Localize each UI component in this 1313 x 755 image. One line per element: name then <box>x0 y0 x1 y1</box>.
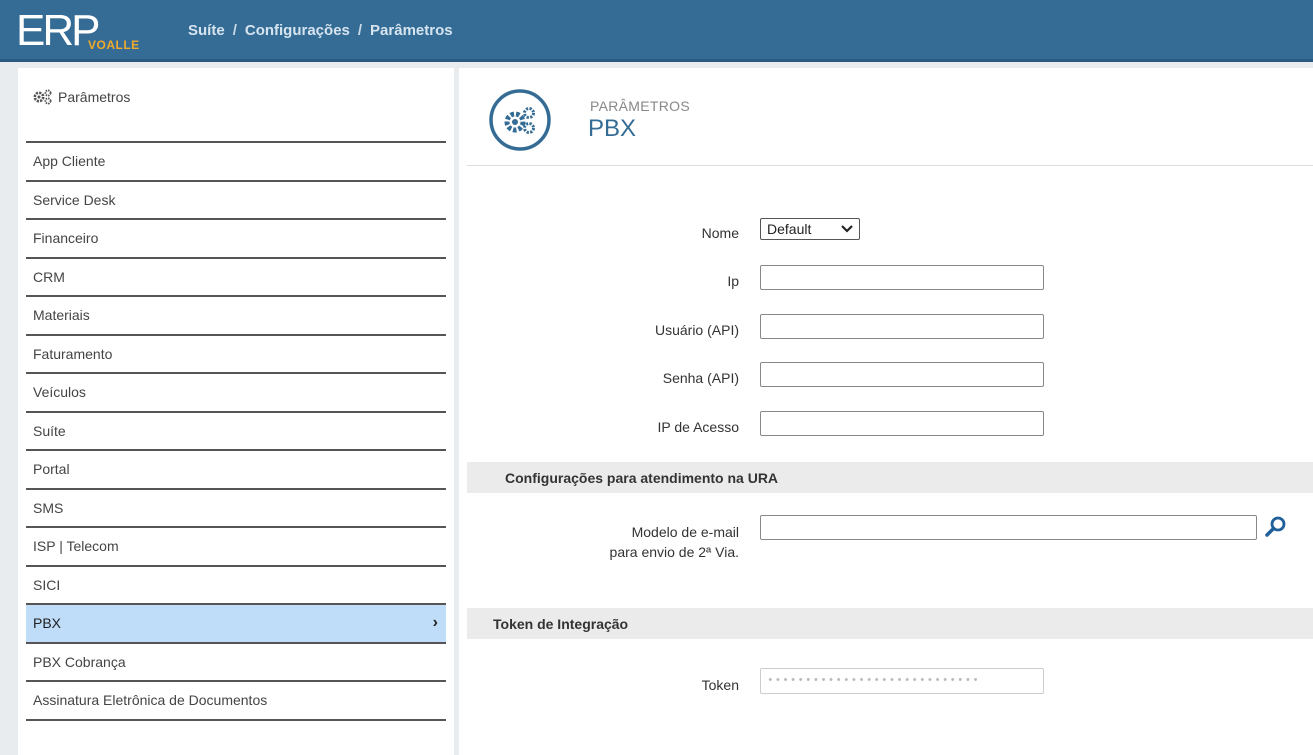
sidebar-item-materiais[interactable]: Materiais <box>26 297 446 336</box>
ip-input[interactable] <box>760 265 1044 290</box>
sidebar-item-portal[interactable]: Portal <box>26 451 446 490</box>
sidebar-item-label: Service Desk <box>33 191 116 208</box>
email-model-label-line2: para envio de 2ª Via. <box>609 544 739 560</box>
main-panel: PARÂMETROS PBX Nome Default Ip Usuário (… <box>459 68 1313 755</box>
sidebar-item-label: Materiais <box>33 307 90 324</box>
sidebar-menu: App Cliente Service Desk Financeiro CRM … <box>26 141 446 721</box>
token-label: Token <box>701 677 739 693</box>
token-section-header: Token de Integração <box>467 608 1313 639</box>
email-model-input[interactable] <box>760 515 1257 540</box>
form-row-usuario: Usuário (API) <box>459 314 1313 340</box>
sidebar-item-faturamento[interactable]: Faturamento <box>26 336 446 374</box>
ip-acesso-input[interactable] <box>760 411 1044 436</box>
senha-label: Senha (API) <box>662 370 739 386</box>
sidebar-item-isp-telecom[interactable]: ISP | Telecom <box>26 528 446 567</box>
sidebar-item-app-cliente[interactable]: App Cliente <box>26 143 446 182</box>
form-row-ip: Ip <box>459 265 1313 291</box>
sidebar-item-label: SMS <box>33 499 64 516</box>
sidebar-item-label: App Cliente <box>33 153 106 170</box>
sidebar-item-label: SICI <box>33 576 61 593</box>
chevron-right-icon: › <box>432 614 438 631</box>
ura-section-title: Configurações para atendimento na URA <box>505 469 779 486</box>
sidebar-item-label: Suíte <box>33 422 66 439</box>
breadcrumb-configuracoes[interactable]: Configurações <box>245 22 350 39</box>
email-model-label-line1: Modelo de e-mail <box>631 524 739 540</box>
nome-select[interactable]: Default <box>760 218 860 240</box>
sidebar-item-label: Faturamento <box>33 345 113 362</box>
page-title: PBX <box>588 115 637 142</box>
logo-text: ERP <box>16 6 101 55</box>
token-field[interactable]: •••••••••••••••••••••••••••• <box>760 668 1044 694</box>
nome-label: Nome <box>701 225 739 241</box>
sidebar-item-sms[interactable]: SMS <box>26 490 446 528</box>
chevron-down-icon <box>841 225 853 233</box>
usuario-label: Usuário (API) <box>654 322 739 338</box>
token-value: •••••••••••••••••••••••••••• <box>767 675 980 687</box>
sidebar-item-label: Portal <box>33 461 70 478</box>
email-model-label: Modelo de e-mail para envio de 2ª Via. <box>610 522 739 562</box>
sidebar-item-label: CRM <box>33 268 65 285</box>
sidebar-title: Parâmetros <box>58 89 131 105</box>
nome-select-value: Default <box>767 221 812 237</box>
sidebar-item-veiculos[interactable]: Veículos <box>26 374 446 413</box>
sidebar-item-pbx[interactable]: PBX › <box>26 605 446 644</box>
breadcrumb-parametros[interactable]: Parâmetros <box>370 22 453 39</box>
page-header: PARÂMETROS PBX <box>467 68 1313 166</box>
sidebar-item-crm[interactable]: CRM <box>26 259 446 297</box>
senha-input[interactable] <box>760 362 1044 387</box>
form-row-ip-acesso: IP de Acesso <box>459 411 1313 437</box>
sidebar-item-label: Veículos <box>33 384 86 401</box>
sidebar: Parâmetros App Cliente Service Desk Fina… <box>18 68 454 755</box>
breadcrumb-separator: / <box>357 22 363 39</box>
breadcrumb: Suíte / Configurações / Parâmetros <box>188 22 453 39</box>
top-navbar: ERP VOALLE Suíte / Configurações / Parâmetro… <box>0 0 1313 62</box>
ip-acesso-label: IP de Acesso <box>657 419 739 435</box>
sidebar-item-label: PBX <box>33 615 62 632</box>
sidebar-item-label: Assinatura Eletrônica de Documentos <box>33 692 268 709</box>
sidebar-item-label: Financeiro <box>33 230 99 247</box>
ura-section-header: Configurações para atendimento na URA <box>467 462 1313 493</box>
form-row-senha: Senha (API) <box>459 362 1313 388</box>
sidebar-item-sici[interactable]: SICI <box>26 567 446 605</box>
breadcrumb-suite[interactable]: Suíte <box>188 22 225 39</box>
sidebar-item-suite[interactable]: Suíte <box>26 413 446 451</box>
sidebar-item-assinatura-eletronica[interactable]: Assinatura Eletrônica de Documentos <box>26 682 446 721</box>
sidebar-item-service-desk[interactable]: Service Desk <box>26 182 446 220</box>
sidebar-item-financeiro[interactable]: Financeiro <box>26 220 446 259</box>
search-icon[interactable] <box>1264 515 1288 539</box>
token-section-title: Token de Integração <box>493 615 629 632</box>
sidebar-item-pbx-cobranca[interactable]: PBX Cobrança <box>26 644 446 682</box>
sidebar-item-label: PBX Cobrança <box>33 653 126 670</box>
gears-circle-icon <box>489 89 551 151</box>
gears-icon <box>33 89 52 105</box>
usuario-input[interactable] <box>760 314 1044 339</box>
sidebar-item-label: ISP | Telecom <box>33 538 119 555</box>
breadcrumb-separator: / <box>232 22 237 39</box>
form-row-nome: Nome Default <box>459 218 1313 244</box>
sidebar-header: Parâmetros <box>32 88 130 106</box>
logo-subtext: VOALLE <box>88 38 140 52</box>
ip-label: Ip <box>727 273 739 289</box>
page-kicker: PARÂMETROS <box>590 98 690 114</box>
